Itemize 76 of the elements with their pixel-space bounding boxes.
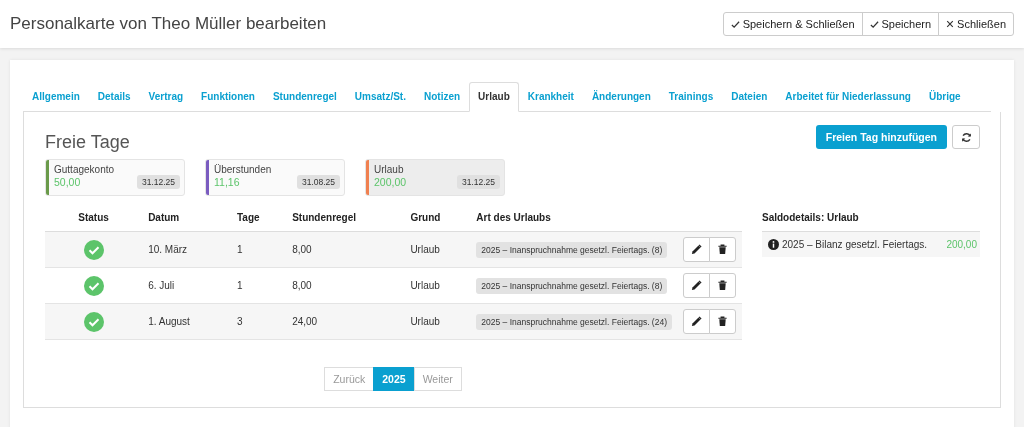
table-cell: 24,00 [292, 316, 318, 327]
date-badge: 31.08.25 [296, 175, 340, 189]
page-title: Personalkarte von Theo Müller bearbeiten [10, 14, 327, 34]
pencil-icon [691, 280, 702, 291]
balance-name: Guttagekonto [54, 164, 116, 175]
balance-name: Überstunden [214, 164, 273, 175]
tab[interactable]: Urlaub [469, 82, 519, 112]
type-tag: 2025 – Inanspruchnahme gesetzl. Feiertags. (8) [476, 242, 668, 258]
column-header: Stundenregel [286, 208, 405, 232]
date-badge: 31.12.25 [456, 175, 500, 189]
delete-button[interactable] [709, 273, 736, 298]
check-icon [730, 19, 740, 29]
type-tag: 2025 – Inanspruchnahme gesetzl. Feiertags. (8) [476, 278, 668, 294]
trash-icon [717, 316, 728, 327]
balance-value: 11,16 [214, 176, 240, 188]
trash-icon [717, 280, 728, 291]
delete-button[interactable] [709, 237, 736, 262]
tab[interactable]: Details [88, 82, 140, 112]
column-header: Art des Urlaubs [470, 208, 678, 232]
trash-icon [717, 244, 728, 255]
balance-value: 50,00 [54, 176, 81, 188]
check-icon [869, 19, 879, 29]
tab[interactable]: Übrige [919, 82, 970, 112]
saldo-label: 2025 – Bilanz gesetzl. Feiertags. [782, 239, 929, 250]
tab[interactable]: Arbeitet für Niederlassung [776, 82, 920, 112]
header-button[interactable]: Schließen [938, 12, 1014, 36]
tab[interactable]: Funktionen [192, 82, 264, 112]
page-button[interactable]: Weiter [413, 367, 462, 391]
column-header: Status [45, 208, 143, 232]
tab[interactable]: Allgemein [23, 82, 89, 112]
pencil-icon [691, 244, 702, 255]
column-header: Tage [231, 208, 287, 232]
tab[interactable]: Trainings [659, 82, 723, 112]
type-tag: 2025 – Inanspruchnahme gesetzl. Feiertags. (24) [476, 314, 672, 330]
balance-value: 200,00 [374, 176, 407, 188]
table-cell: 10. März [148, 244, 188, 255]
pencil-icon [691, 316, 702, 327]
edit-button[interactable] [683, 237, 710, 262]
table-cell: 8,00 [292, 280, 312, 291]
tab[interactable]: Umsatz/St. [345, 82, 415, 112]
page-button[interactable]: 2025 [373, 367, 415, 391]
tab[interactable]: Notizen [415, 82, 470, 112]
table-cell: 1 [237, 280, 243, 291]
table-cell: Urlaub [410, 280, 440, 291]
balance-card[interactable]: Urlaub 200,00 31.12.25 [365, 159, 505, 196]
close-icon [946, 20, 955, 28]
page-button[interactable]: Zurück [324, 367, 375, 391]
edit-button[interactable] [683, 309, 710, 334]
section-title: Freie Tage [45, 132, 131, 153]
date-badge: 31.12.25 [136, 175, 180, 189]
table-cell: 6. Juli [148, 280, 175, 291]
tab[interactable]: Krankheit [518, 82, 583, 112]
balance-name: Urlaub [374, 164, 405, 175]
edit-button[interactable] [683, 273, 710, 298]
table-cell: Urlaub [410, 244, 440, 255]
info-icon [768, 239, 779, 250]
table-cell: Urlaub [410, 316, 440, 327]
balance-card[interactable]: Überstunden 11,16 31.08.25 [205, 159, 345, 196]
column-header: Datum [142, 208, 231, 232]
header-button[interactable]: Speichern [861, 12, 940, 36]
tab[interactable]: Dateien [722, 82, 777, 112]
tab[interactable]: Vertrag [139, 82, 193, 112]
table-cell: 1. August [148, 316, 190, 327]
balance-card[interactable]: Guttagekonto 50,00 31.12.25 [45, 159, 185, 196]
add-button[interactable]: Freien Tag hinzufügen [815, 125, 947, 149]
delete-button[interactable] [709, 309, 736, 334]
header-button[interactable]: Speichern & Schließen [722, 12, 863, 36]
column-header: Grund [404, 208, 471, 232]
refresh-icon [960, 131, 972, 143]
tab[interactable]: Stundenregel [263, 82, 346, 112]
refresh-button[interactable] [952, 125, 980, 149]
saldo-value: 200,00 [946, 239, 977, 250]
table-cell: 3 [237, 316, 243, 327]
tab[interactable]: Änderungen [582, 82, 660, 112]
table-cell: 1 [237, 244, 243, 255]
table-cell: 8,00 [292, 244, 312, 255]
